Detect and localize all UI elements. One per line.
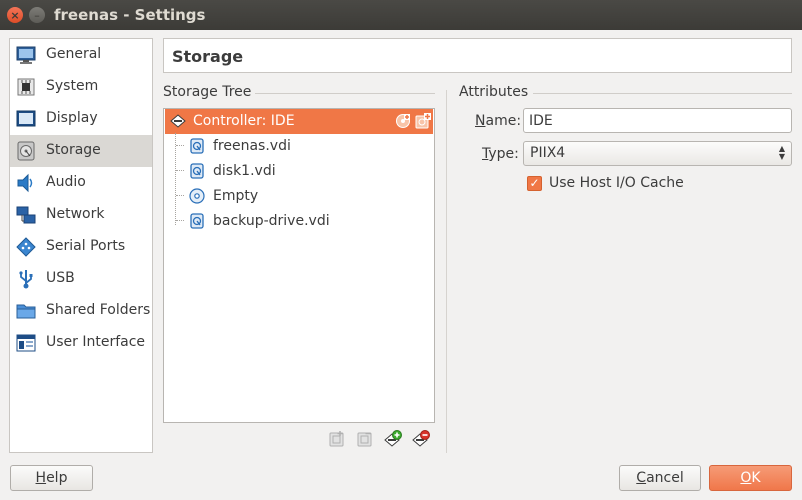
sidebar-item-general[interactable]: General [10,39,152,71]
tree-connector [175,133,176,225]
tree-item-freenas-vdi[interactable]: freenas.vdi [165,134,433,159]
sidebar-item-system[interactable]: System [10,71,152,103]
ide-controller-icon [170,114,186,128]
ok-accel: O [740,470,752,486]
sidebar-item-label: System [46,78,99,94]
attributes-label: Attributes [459,84,529,100]
tree-item-label: Empty [213,188,259,204]
usb-icon [19,270,33,289]
window-title: freenas - Settings [54,6,206,24]
add-controller-icon[interactable] [384,430,402,448]
hard-disk-icon [190,213,204,229]
display-icon [16,110,36,127]
window-minimize-button[interactable]: – [29,7,45,23]
sidebar-item-shared-folders[interactable]: Shared Folders [10,295,152,327]
cancel-accel: C [636,470,647,486]
cancel-rest: ancel [646,470,684,486]
type-label-rest: ype: [488,146,519,162]
sidebar-item-display[interactable]: Display [10,103,152,135]
tree-connector [176,195,184,196]
add-optical-drive-icon[interactable] [395,113,411,129]
tree-item-label: freenas.vdi [213,138,291,154]
speaker-icon [17,173,33,193]
serial-port-icon [16,237,36,257]
sidebar-item-network[interactable]: Network [10,199,152,231]
tree-item-empty-optical[interactable]: Empty [165,184,433,209]
tree-item-backup-drive-vdi[interactable]: backup-drive.vdi [165,209,433,234]
chip-icon [17,78,35,96]
ok-rest: K [751,470,761,486]
cancel-button[interactable]: Cancel [619,465,701,491]
close-icon: × [10,8,20,22]
type-field-label: Type: [482,146,519,162]
tree-item-controller-ide[interactable]: Controller: IDE [165,109,433,134]
add-hard-disk-icon[interactable] [415,113,431,129]
disk-icon [17,141,35,161]
sidebar-item-audio[interactable]: Audio [10,167,152,199]
checkmark-icon: ✓ [529,176,540,190]
sidebar-item-label: Network [46,206,105,222]
remove-controller-icon[interactable] [412,430,430,448]
sidebar-item-label: USB [46,270,75,286]
use-host-io-cache-label: Use Host I/O Cache [549,175,684,191]
name-input[interactable] [523,108,792,133]
sidebar-item-label: Audio [46,174,86,190]
sidebar-item-usb[interactable]: USB [10,263,152,295]
remove-attachment-icon[interactable] [356,430,374,448]
hard-disk-icon [190,163,204,179]
hard-disk-icon [190,138,204,154]
sidebar-item-serial-ports[interactable]: Serial Ports [10,231,152,263]
use-host-io-cache-checkbox[interactable]: ✓ [527,176,542,191]
add-attachment-icon[interactable] [328,430,346,448]
tree-item-label: disk1.vdi [213,163,276,179]
monitor-icon [16,46,36,64]
minimize-icon: – [34,8,40,22]
tree-connector [176,220,184,221]
panel-divider [446,90,447,453]
help-accel: H [35,470,47,486]
help-rest: elp [46,470,68,486]
sidebar-item-label: User Interface [46,334,146,350]
sidebar-item-label: Serial Ports [46,238,126,254]
storage-tree-divider [255,93,435,94]
optical-disc-icon [189,188,205,204]
tree-item-label: backup-drive.vdi [213,213,330,229]
type-select-value: PIIX4 [530,145,566,161]
tree-connector [176,145,184,146]
folder-icon [16,304,36,319]
tree-item-label: Controller: IDE [193,113,295,129]
storage-tree-label: Storage Tree [163,84,252,100]
sidebar-item-label: General [46,46,102,62]
sidebar-item-label: Storage [46,142,101,158]
help-button[interactable]: Help [10,465,93,491]
name-label-rest: ame: [485,113,522,129]
ok-button[interactable]: OK [709,465,792,491]
type-select[interactable]: PIIX4 ▲ ▼ [523,141,792,166]
attributes-divider [533,93,792,94]
storage-tree[interactable]: Controller: IDE freenas.vdi disk1.vdi Em… [163,108,435,423]
page-title: Storage [172,47,244,66]
page-header: Storage [163,38,792,73]
sidebar-item-label: Shared Folders [46,302,151,318]
settings-sidebar: General System Display Storage Audio Net… [9,38,153,453]
name-field-label: Name: [475,113,521,129]
sidebar-item-storage[interactable]: Storage [10,135,152,167]
tree-connector [176,170,184,171]
window-icon [16,334,36,352]
title-bar: × – freenas - Settings [0,0,802,30]
name-label-accel: N [475,113,486,129]
sidebar-item-user-interface[interactable]: User Interface [10,327,152,359]
spinner-arrows-icon: ▲ ▼ [778,144,785,161]
sidebar-item-label: Display [46,110,98,126]
tree-item-disk1-vdi[interactable]: disk1.vdi [165,159,433,184]
network-icon [16,206,36,224]
window-close-button[interactable]: × [7,7,23,23]
